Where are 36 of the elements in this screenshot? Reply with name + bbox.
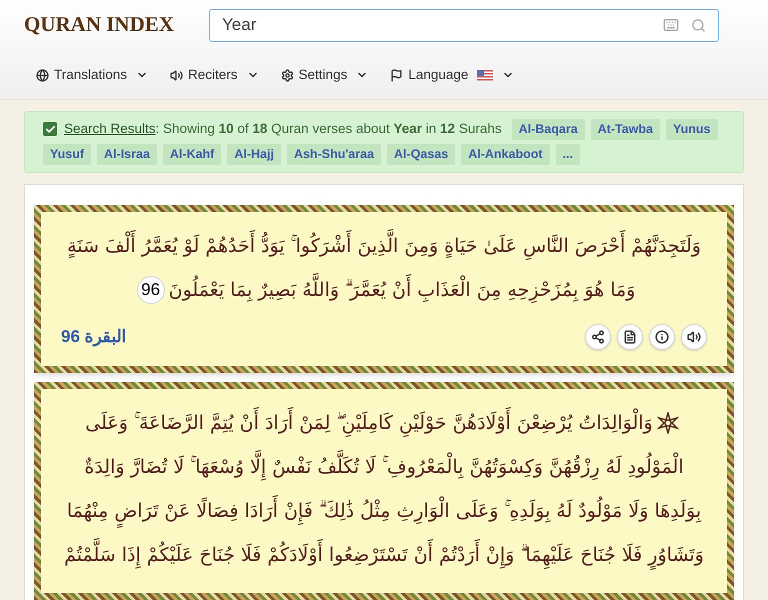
surah-tag[interactable]: Ash-Shu'araa [286, 144, 382, 164]
surah-tag[interactable]: Al-Qasas [387, 144, 456, 164]
surah-tag[interactable]: Al-Kahf [162, 144, 222, 164]
menu-dropdown[interactable]: Language [390, 64, 514, 86]
verse-number: 96 [136, 276, 165, 304]
surah-tag[interactable]: At-Tawba [590, 119, 660, 140]
surah-tag[interactable]: Al-Baqara [512, 119, 585, 140]
flag-icon [390, 68, 404, 82]
surah-tag[interactable]: Al-Ankaboot [461, 144, 550, 164]
surah-tag[interactable]: Yusuf [43, 144, 92, 164]
menu-dropdown[interactable]: Settings [280, 64, 368, 86]
settings-icon [280, 68, 294, 82]
search-input[interactable]: Year [222, 12, 663, 38]
check-icon [44, 124, 56, 135]
surah-tag[interactable]: Al-Hajj [227, 144, 281, 164]
speaker-icon [687, 330, 701, 344]
info-icon [655, 330, 669, 344]
globe-icon [36, 68, 49, 82]
site-logo[interactable]: QURAN INDEX [24, 9, 209, 41]
search-results-link[interactable]: Search Results [64, 121, 156, 136]
surah-tag[interactable]: Yunus [666, 119, 718, 140]
pdf-document-icon [623, 330, 637, 344]
speaker-button[interactable] [681, 324, 707, 350]
share-icon [591, 330, 605, 344]
info-button[interactable] [649, 324, 675, 350]
surah-tag[interactable]: Al-Israa [97, 144, 157, 164]
search-field[interactable]: Year [209, 8, 719, 42]
menu-dropdown[interactable]: Reciters [170, 64, 259, 86]
speaker-icon [170, 68, 184, 82]
results-summary: Search Results: Showing 10 of 18 Quran verses about Year in 12 Surahs [64, 120, 502, 138]
surah-tag[interactable]: ... [556, 144, 580, 164]
checkbox[interactable] [43, 122, 57, 136]
menu-dropdown[interactable]: Translations [36, 64, 148, 86]
verse-text: وَالْوَالِدَاتُ يُرْضِعْنَ أَوْلَادَهُنَّ حَوْلَيْنِ كَامِلَيْنِ ۖ لِمَنْ أَرَادَ أَنْ يُتِمَّ الرَّضَاعَةَ ۚ وَعَلَى الْمَوْلُودِ لَهُ رِزْقُهُنَّ وَكِسْوَتُهُنَّ بِالْمَعْرُوفِ ۚ لَا تُكَلَّفُ نَفْسٌ إِلَّا وُسْعَهَا ۚ لَا تُضَارَّ وَالِدَةٌ بِوَلَدِهَا وَلَا مَوْلُودٌ لَهُ بِوَلَدِهِ ۚ وَعَلَى الْوَارِثِ مِثْلُ ذَٰلِكَ ۗ فَإِنْ أَرَادَا فِصَالًا عَنْ تَرَاضٍ مِنْهُمَا وَتَشَاوُرٍ فَلَا جُنَاحَ عَلَيْهِمَا ۗ وَإِنْ أَرَدْتُمْ أَنْ تَسْتَرْضِعُوا أَوْلَادَكُمْ فَلَا جُنَاحَ عَلَيْكُمْ إِذَا سَلَّمْتُمْ [61, 400, 707, 576]
pdf-document-button[interactable] [617, 324, 643, 350]
share-button[interactable] [585, 324, 611, 350]
